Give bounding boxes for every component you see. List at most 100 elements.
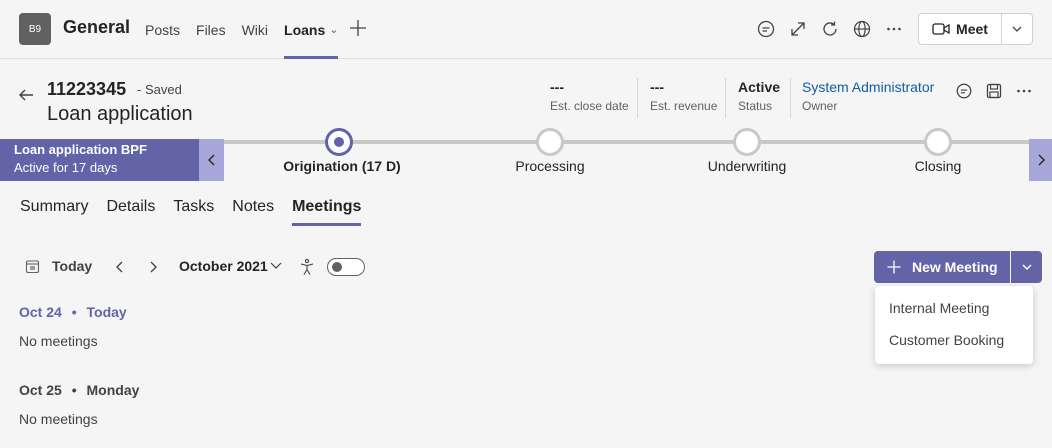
team-avatar[interactable]: B9 bbox=[19, 13, 51, 45]
divider bbox=[725, 78, 726, 118]
video-camera-icon bbox=[932, 23, 950, 35]
field-label: Owner bbox=[802, 99, 838, 113]
plus-icon bbox=[887, 260, 901, 274]
new-meeting-split-button: New Meeting bbox=[874, 251, 1042, 283]
tab-summary[interactable]: Summary bbox=[20, 198, 88, 226]
record-number: 11223345 bbox=[47, 79, 127, 99]
bpf-name: Loan application BPF bbox=[14, 142, 147, 157]
month-picker[interactable]: October 2021 bbox=[179, 258, 268, 274]
view-toggle[interactable] bbox=[327, 258, 365, 276]
channel-name: General bbox=[63, 17, 131, 37]
calendar-icon bbox=[25, 259, 40, 279]
bpf-prev-button[interactable] bbox=[199, 139, 224, 181]
back-button[interactable] bbox=[17, 86, 35, 104]
chevron-right-icon bbox=[1038, 154, 1045, 166]
divider bbox=[790, 78, 791, 118]
tab-label: Loans bbox=[284, 21, 326, 38]
save-button[interactable] bbox=[983, 80, 1005, 102]
menu-item-internal-meeting[interactable]: Internal Meeting bbox=[875, 292, 1033, 324]
website-button[interactable] bbox=[851, 18, 873, 40]
field-value: Active bbox=[738, 79, 781, 95]
more-icon bbox=[1017, 89, 1031, 93]
day-separator: • bbox=[71, 304, 77, 320]
chevron-down-icon[interactable]: ⌄ bbox=[329, 23, 338, 36]
field-value: --- bbox=[650, 79, 664, 95]
chevron-left-icon bbox=[207, 154, 214, 166]
bpf-next-button[interactable] bbox=[1029, 139, 1052, 181]
form-tabs: Summary Details Tasks Notes Meetings bbox=[20, 198, 379, 226]
accessibility-icon[interactable] bbox=[299, 258, 315, 281]
refresh-button[interactable] bbox=[819, 18, 841, 40]
chevron-right-icon bbox=[150, 261, 157, 273]
empty-day-message: No meetings bbox=[19, 411, 98, 427]
new-meeting-dropdown-button[interactable] bbox=[1011, 251, 1042, 283]
globe-icon bbox=[853, 20, 871, 38]
stage-underwriting[interactable] bbox=[733, 128, 761, 156]
tab-meetings[interactable]: Meetings bbox=[292, 198, 362, 226]
record-title: Loan application bbox=[47, 103, 193, 125]
refresh-icon bbox=[823, 21, 837, 36]
tab-files[interactable]: Files bbox=[196, 0, 226, 59]
bpf-flag[interactable]: Loan application BPF Active for 17 days bbox=[0, 139, 199, 181]
arrow-left-icon bbox=[19, 89, 33, 101]
tab-posts[interactable]: Posts bbox=[145, 0, 180, 59]
tab-details[interactable]: Details bbox=[106, 198, 155, 226]
previous-button[interactable] bbox=[112, 258, 128, 281]
owner-link[interactable]: System Administrator bbox=[802, 79, 934, 99]
popout-button[interactable] bbox=[787, 18, 809, 40]
meet-button[interactable]: Meet bbox=[919, 14, 1002, 44]
more-icon bbox=[887, 27, 901, 31]
channel-tabs: Posts Files Wiki Loans ⌄ bbox=[145, 0, 354, 59]
add-tab-button[interactable] bbox=[348, 17, 368, 39]
field-est-close-date: --- Est. close date bbox=[550, 79, 629, 113]
chat-icon bbox=[757, 20, 775, 38]
conversation-button[interactable] bbox=[755, 18, 777, 40]
tab-label: Posts bbox=[145, 21, 181, 38]
new-meeting-menu: Internal Meeting Customer Booking bbox=[875, 286, 1033, 364]
day-name: Today bbox=[86, 304, 127, 320]
menu-item-customer-booking[interactable]: Customer Booking bbox=[875, 324, 1033, 356]
chevron-left-icon bbox=[116, 261, 123, 273]
tab-label: Wiki bbox=[241, 21, 269, 38]
expand-icon bbox=[791, 22, 805, 36]
new-meeting-label: New Meeting bbox=[912, 259, 998, 275]
chevron-down-icon[interactable] bbox=[269, 259, 283, 278]
plus-icon bbox=[350, 20, 366, 36]
day-date: Oct 25 bbox=[19, 382, 62, 398]
divider bbox=[637, 78, 638, 118]
day-separator: • bbox=[71, 382, 77, 398]
field-value: --- bbox=[550, 79, 564, 95]
bpf-duration: Active for 17 days bbox=[14, 160, 118, 175]
day-date: Oct 24 bbox=[19, 304, 62, 320]
tab-label: Files bbox=[196, 21, 226, 38]
save-status: - Saved bbox=[137, 82, 182, 97]
empty-day-message: No meetings bbox=[19, 333, 98, 349]
meet-split-button: Meet bbox=[918, 13, 1033, 45]
field-label: Est. revenue bbox=[650, 99, 718, 113]
tab-notes[interactable]: Notes bbox=[232, 198, 274, 226]
meet-label: Meet bbox=[956, 21, 988, 37]
meet-dropdown-button[interactable] bbox=[1002, 14, 1032, 44]
stage-label-underwriting: Underwriting bbox=[707, 158, 787, 174]
stage-closing[interactable] bbox=[924, 128, 952, 156]
field-label: Status bbox=[738, 99, 773, 113]
stage-label-processing: Processing bbox=[515, 158, 585, 174]
stage-origination[interactable] bbox=[325, 128, 353, 156]
record-chat-button[interactable] bbox=[953, 80, 975, 102]
field-est-revenue: --- Est. revenue bbox=[650, 79, 717, 113]
next-button[interactable] bbox=[145, 258, 161, 281]
channel-header: B9 General Posts Files Wiki Loans ⌄ Meet bbox=[0, 0, 1052, 59]
stage-processing[interactable] bbox=[536, 128, 564, 156]
more-options-button[interactable] bbox=[883, 18, 905, 40]
save-icon bbox=[986, 83, 1002, 99]
day-header-today: Oct 24 • Today bbox=[19, 304, 127, 320]
new-meeting-button[interactable]: New Meeting bbox=[874, 251, 1010, 283]
tab-tasks[interactable]: Tasks bbox=[173, 198, 214, 226]
tab-wiki[interactable]: Wiki bbox=[242, 0, 268, 59]
field-label: Est. close date bbox=[550, 99, 629, 113]
stage-label-closing: Closing bbox=[914, 158, 962, 174]
today-button[interactable]: Today bbox=[52, 258, 92, 274]
tab-loans[interactable]: Loans ⌄ bbox=[284, 0, 339, 59]
record-more-button[interactable] bbox=[1013, 80, 1035, 102]
chat-icon bbox=[956, 83, 972, 99]
